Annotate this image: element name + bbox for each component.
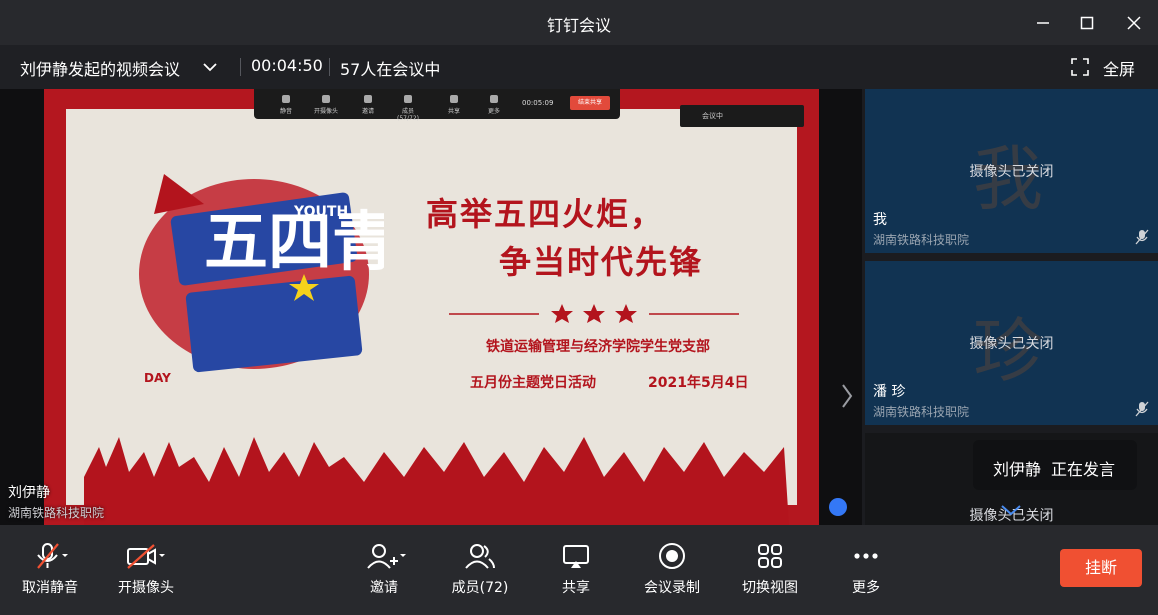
mic-muted-icon	[1135, 229, 1149, 245]
mic-muted-icon	[37, 543, 68, 569]
switch-view-label: 切换视图	[742, 580, 798, 596]
slide-stars-divider	[449, 304, 739, 323]
camera-icon	[322, 95, 330, 103]
art-word: YOUTH	[293, 204, 348, 220]
minimize-button[interactable]	[1030, 10, 1056, 36]
participant-name: 我	[873, 212, 887, 228]
minimize-icon	[1037, 22, 1049, 24]
share-label: 共享	[562, 580, 590, 596]
chevron-down-icon[interactable]	[1000, 504, 1022, 516]
mini-invite: 邀请	[361, 108, 374, 115]
camera-off-status: 摄像头已关闭	[969, 336, 1054, 352]
speaking-indicator: 刘伊静 正在发言	[973, 440, 1137, 490]
camera-off-status: 摄像头已关闭	[969, 164, 1054, 180]
invite-button[interactable]: 邀请	[362, 541, 406, 597]
slide-date: 2021年5月4日	[648, 375, 749, 391]
meeting-title[interactable]: 刘伊静发起的视频会议	[20, 56, 180, 80]
invite-label: 邀请	[370, 580, 398, 596]
grid-view-icon	[758, 544, 782, 568]
add-person-icon	[367, 544, 406, 569]
screen-share-icon	[563, 545, 589, 568]
shared-screen: 五四青年节 YOUTH DAY 高举五四火炬， 争当时代先锋 铁道运输管理与经济…	[44, 89, 819, 525]
participant-tile[interactable]: 我 摄像头已关闭 我 湖南铁路科技职院	[865, 89, 1158, 253]
mini-camera: 开摄像头	[313, 108, 338, 115]
members-icon	[404, 95, 412, 103]
share-button[interactable]: 共享	[556, 541, 596, 597]
youth-day-art: 五四青年节 YOUTH DAY	[139, 174, 384, 385]
chevron-down-icon[interactable]	[201, 58, 219, 76]
maximize-button[interactable]	[1074, 10, 1100, 36]
camera-off-icon	[127, 544, 165, 569]
participant-org: 湖南铁路科技职院	[873, 233, 970, 247]
close-icon	[1127, 16, 1141, 30]
members-button[interactable]: 成员(72)	[448, 541, 512, 597]
record-label: 会议录制	[644, 580, 700, 596]
participant-count: 57人在会议中	[340, 60, 441, 79]
mic-muted-icon	[1135, 401, 1149, 417]
more-button[interactable]: 更多	[846, 541, 886, 597]
participant-org: 湖南铁路科技职院	[873, 405, 970, 419]
main-video-stage[interactable]: 五四青年节 YOUTH DAY 高举五四火炬， 争当时代先锋 铁道运输管理与经济…	[0, 89, 862, 525]
record-icon	[659, 543, 685, 569]
chevron-right-icon[interactable]	[840, 383, 854, 409]
speaking-status: 正在发言	[1051, 460, 1116, 479]
mini-status: 会议中	[680, 105, 804, 127]
slide-event: 五月份主题党日活动	[470, 375, 596, 391]
meeting-info-bar: 刘伊静发起的视频会议 00:04:50 57人在会议中 全屏	[0, 45, 1158, 89]
close-button[interactable]	[1121, 10, 1147, 36]
unmute-button[interactable]: 取消静音	[20, 541, 80, 597]
mini-end-share: 结束共享	[570, 96, 610, 110]
slide-headline-2: 争当时代先锋	[499, 243, 704, 281]
mini-share-toolbar: 静音 开摄像头 邀请 成员(57/72) 共享 更多 00:05:09 结束共享	[254, 89, 620, 122]
more-icon	[490, 95, 498, 103]
crowd-silhouette	[84, 437, 789, 525]
mini-timer: 00:05:09	[522, 99, 554, 107]
maximize-icon	[1080, 16, 1094, 30]
hangup-button[interactable]: 挂断	[1060, 549, 1142, 587]
divider	[240, 58, 241, 76]
title-bar: 钉钉会议	[0, 0, 1158, 45]
more-dots-icon	[854, 553, 878, 559]
fullscreen-button[interactable]: 全屏	[1103, 56, 1135, 80]
window-title: 钉钉会议	[546, 16, 611, 35]
mic-icon	[282, 95, 290, 103]
screen-share-indicator-icon	[829, 498, 847, 516]
presenter-name: 刘伊静	[8, 485, 50, 501]
mini-mute: 静音	[279, 108, 292, 115]
members-icon	[465, 544, 495, 569]
divider	[329, 58, 330, 76]
mini-members: 成员(57/72)	[397, 108, 419, 122]
participant-name: 潘 珍	[873, 384, 906, 400]
participant-tile[interactable]: 珍 摄像头已关闭 潘 珍 湖南铁路科技职院	[865, 261, 1158, 425]
unmute-label: 取消静音	[22, 580, 78, 596]
switch-view-button[interactable]: 切换视图	[738, 541, 802, 597]
share-icon	[450, 95, 458, 103]
more-label: 更多	[852, 580, 880, 596]
mini-more: 更多	[487, 108, 500, 115]
meeting-timer: 00:04:50	[251, 56, 323, 75]
speaking-name: 刘伊静	[993, 460, 1042, 479]
fullscreen-icon[interactable]	[1071, 58, 1089, 76]
slide-headline-1: 高举五四火炬，	[426, 195, 665, 233]
slide-subtitle: 铁道运输管理与经济学院学生党支部	[486, 339, 710, 355]
camera-button[interactable]: 开摄像头	[116, 541, 176, 597]
invite-icon	[364, 95, 372, 103]
record-button[interactable]: 会议录制	[642, 541, 702, 597]
members-label: 成员(72)	[451, 580, 509, 596]
camera-label: 开摄像头	[118, 580, 174, 596]
art-day: DAY	[144, 371, 171, 385]
bottom-toolbar: 取消静音 开摄像头 邀请 成员(72) 共享 会议录制 切换视图 更多	[0, 525, 1158, 615]
mini-share: 共享	[447, 108, 460, 115]
presenter-org: 湖南铁路科技职院	[8, 506, 105, 520]
